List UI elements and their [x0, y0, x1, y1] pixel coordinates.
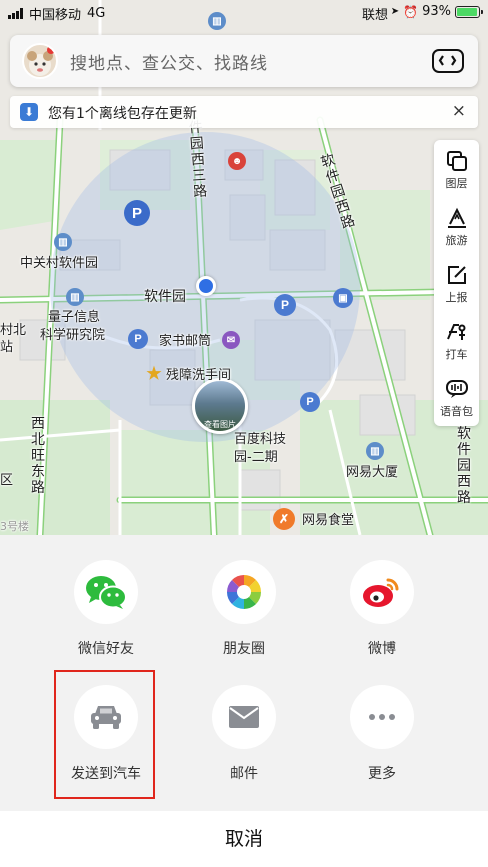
share-label: 邮件	[230, 766, 258, 782]
share-mail-button[interactable]: 邮件	[179, 685, 309, 783]
mailbox-icon[interactable]: ✉	[222, 331, 240, 349]
road-label: 西北旺东路	[31, 416, 45, 496]
map-label: 村北	[0, 323, 27, 338]
mail-icon	[212, 685, 276, 749]
share-label: 更多	[368, 766, 396, 782]
travel-button[interactable]: 旅游	[434, 197, 479, 253]
toolbar-label: 旅游	[445, 234, 468, 247]
map-label: 3号楼	[0, 520, 29, 533]
carrier-text: 中国移动	[29, 8, 82, 23]
toolbar-label: 打车	[445, 348, 468, 361]
signal-icon	[8, 8, 23, 19]
more-icon	[350, 685, 414, 749]
photo-preview[interactable]: 查看图片	[192, 378, 248, 434]
restaurant-icon[interactable]: ☻	[228, 152, 246, 170]
report-icon	[448, 266, 466, 284]
bus-stop-icon[interactable]: ▣	[333, 288, 353, 308]
offline-update-banner[interactable]: ⬇ 您有1个离线包存在更新 ×	[10, 96, 478, 128]
status-bar: 中国移动 4G 联想 ➤ ⏰ 93%	[0, 0, 488, 24]
parking-icon[interactable]: P	[274, 294, 296, 316]
share-label: 发送到汽车	[71, 766, 141, 782]
building-icon[interactable]: ▥	[66, 288, 84, 306]
share-moments-button[interactable]: 朋友圈	[179, 560, 309, 658]
share-more-button[interactable]: 更多	[317, 685, 447, 783]
building-icon[interactable]: ▥	[54, 233, 72, 251]
network-text: 4G	[87, 6, 106, 21]
toolbar-label: 语音包	[440, 405, 473, 418]
battery-icon	[455, 5, 483, 18]
map-label: 家书邮筒	[159, 334, 212, 349]
avatar[interactable]	[22, 43, 58, 79]
share-wechat-button[interactable]: 微信好友	[41, 560, 171, 658]
map-label: 软件园	[144, 289, 186, 305]
layers-icon	[447, 151, 467, 171]
toolbar-label: 图层	[445, 177, 468, 190]
star-icon[interactable]: ★	[145, 364, 163, 383]
map-label: 站	[0, 340, 14, 355]
building-icon[interactable]: ▥	[366, 442, 384, 460]
banner-text: 您有1个离线包存在更新	[48, 106, 197, 122]
photo-caption: 查看图片	[204, 420, 236, 429]
download-icon: ⬇	[20, 103, 38, 121]
taxi-icon	[447, 324, 466, 340]
voice-pack-button[interactable]: 语音包	[434, 368, 479, 424]
map-label: 网易食堂	[302, 513, 355, 528]
taxi-button[interactable]: 打车	[434, 311, 479, 367]
close-icon[interactable]: ×	[452, 101, 466, 121]
travel-icon	[448, 207, 466, 228]
share-weibo-button[interactable]: 微博	[317, 560, 447, 658]
alarm-icon: ⏰	[403, 4, 419, 19]
battery-percent: 93%	[422, 4, 451, 19]
report-button[interactable]: 上报	[434, 254, 479, 310]
map-label: 中关村软件园	[20, 256, 99, 271]
layers-button[interactable]: 图层	[434, 140, 479, 196]
map-label: 科学研究院	[40, 328, 106, 343]
location-arrow-icon: ➤	[390, 6, 400, 17]
map-label: 百度科技	[234, 432, 287, 447]
map-label: 量子信息	[48, 310, 101, 325]
restaurant-icon[interactable]: ✗	[273, 508, 295, 530]
parking-icon[interactable]: P	[124, 200, 150, 226]
notification-dot	[47, 46, 55, 54]
status-center-text: 联想	[362, 8, 389, 23]
share-label: 微信好友	[78, 641, 134, 657]
search-input[interactable]: 搜地点、查公交、找路线	[70, 49, 268, 74]
weibo-icon	[350, 560, 414, 624]
road-label: 软件园西路	[457, 426, 471, 506]
map-toolbar: 图层 旅游 上报 打车 语音包	[434, 140, 479, 426]
search-bar[interactable]: 搜地点、查公交、找路线	[10, 35, 478, 87]
voice-pack-icon	[446, 380, 468, 398]
share-label: 微博	[368, 641, 396, 657]
wechat-icon	[74, 560, 138, 624]
share-label: 朋友圈	[223, 641, 265, 657]
map-label: 园-二期	[234, 450, 278, 465]
map-label: 区	[0, 473, 14, 488]
voice-search-icon[interactable]	[432, 49, 464, 73]
map-label: 残障洗手间	[166, 368, 232, 383]
parking-icon[interactable]: P	[128, 329, 148, 349]
current-location-marker[interactable]	[196, 276, 216, 296]
toolbar-label: 上报	[445, 291, 468, 304]
car-icon	[74, 685, 138, 749]
map-label: 网易大厦	[346, 465, 399, 480]
moments-icon	[212, 560, 276, 624]
share-send-to-car-button[interactable]: 发送到汽车	[41, 685, 171, 783]
cancel-button[interactable]: 取消	[0, 811, 488, 867]
parking-icon[interactable]: P	[300, 392, 320, 412]
